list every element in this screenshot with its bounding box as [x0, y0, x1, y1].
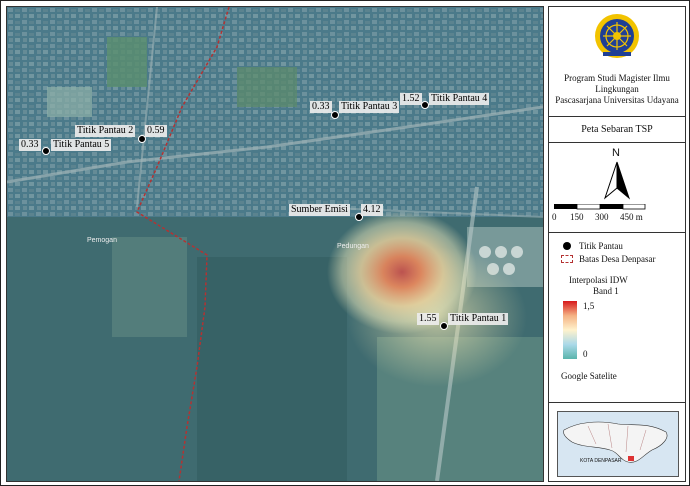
scale-tick-450: 450 m: [620, 212, 643, 222]
institution-box: Program Studi Magister Ilmu Lingkungan P…: [549, 7, 685, 117]
point-value-tp3: 0.33: [310, 101, 332, 113]
scale-tick-150: 150: [570, 212, 584, 222]
point-name-tp2: Titik Pantau 2: [75, 125, 136, 137]
point-name-sumber-emisi: Sumber Emisi: [289, 204, 350, 216]
point-value-tp4: 1.52: [400, 93, 422, 105]
institution-line-2: Lingkungan: [595, 84, 639, 94]
institution-line-3: Pascasarjana Universitas Udayana: [555, 95, 679, 105]
scale-tick-300: 300: [595, 212, 609, 222]
inset-map-box: KOTA DENPASAR: [549, 403, 685, 481]
institution-line-1: Program Studi Magister Ilmu: [564, 73, 670, 83]
north-scale-box: N 0 150 300 450 m: [549, 143, 685, 233]
legend-box: Titik Pantau Batas Desa Denpasar Interpo…: [549, 233, 685, 403]
idw-min: 0: [583, 349, 588, 359]
point-name-tp3: Titik Pantau 3: [339, 101, 400, 113]
legend-boundary-label: Batas Desa Denpasar: [579, 254, 656, 264]
place-label-pemogan: Pemogan: [87, 237, 117, 244]
inset-map[interactable]: KOTA DENPASAR: [557, 411, 679, 477]
idw-band: Band 1: [593, 286, 619, 296]
north-arrow-icon: [603, 161, 631, 200]
scale-tick-0: 0: [552, 212, 557, 222]
legend-panel: Program Studi Magister Ilmu Lingkungan P…: [548, 6, 686, 482]
point-value-tp5: 0.33: [19, 139, 41, 151]
place-label-pedungan: Pedungan: [337, 243, 369, 250]
legend-point-icon: [563, 242, 571, 250]
point-name-tp1: Titik Pantau 1: [448, 313, 509, 325]
inset-caption: KOTA DENPASAR: [580, 458, 622, 464]
point-name-tp4: Titik Pantau 4: [429, 93, 490, 105]
scale-bar: [554, 204, 646, 210]
idw-color-ramp: [563, 301, 577, 359]
map-canvas: [7, 7, 543, 481]
map-title: Peta Sebaran TSP: [581, 124, 653, 135]
north-label: N: [612, 147, 620, 159]
university-logo-icon: [595, 14, 639, 58]
idw-max: 1,5: [583, 301, 595, 311]
satellite-map[interactable]: Pemogan Pedungan 0.33 Titik Pantau 5 Tit…: [6, 6, 544, 482]
map-title-box: Peta Sebaran TSP: [549, 117, 685, 143]
basemap-label: Google Satelite: [561, 371, 617, 381]
point-value-sumber-emisi: 4.12: [361, 204, 383, 216]
point-value-tp1: 1.55: [417, 313, 439, 325]
point-name-tp5: Titik Pantau 5: [51, 139, 112, 151]
idw-title: Interpolasi IDW: [569, 275, 628, 285]
legend-point-label: Titik Pantau: [579, 241, 623, 251]
bali-island-shape: [563, 421, 668, 463]
point-value-tp2: 0.59: [145, 125, 167, 137]
legend-boundary-icon: [561, 255, 573, 263]
point-titik-pantau-4[interactable]: [421, 101, 429, 109]
point-titik-pantau-5[interactable]: [42, 147, 50, 155]
point-titik-pantau-3[interactable]: [331, 111, 339, 119]
point-titik-pantau-1[interactable]: [440, 322, 448, 330]
